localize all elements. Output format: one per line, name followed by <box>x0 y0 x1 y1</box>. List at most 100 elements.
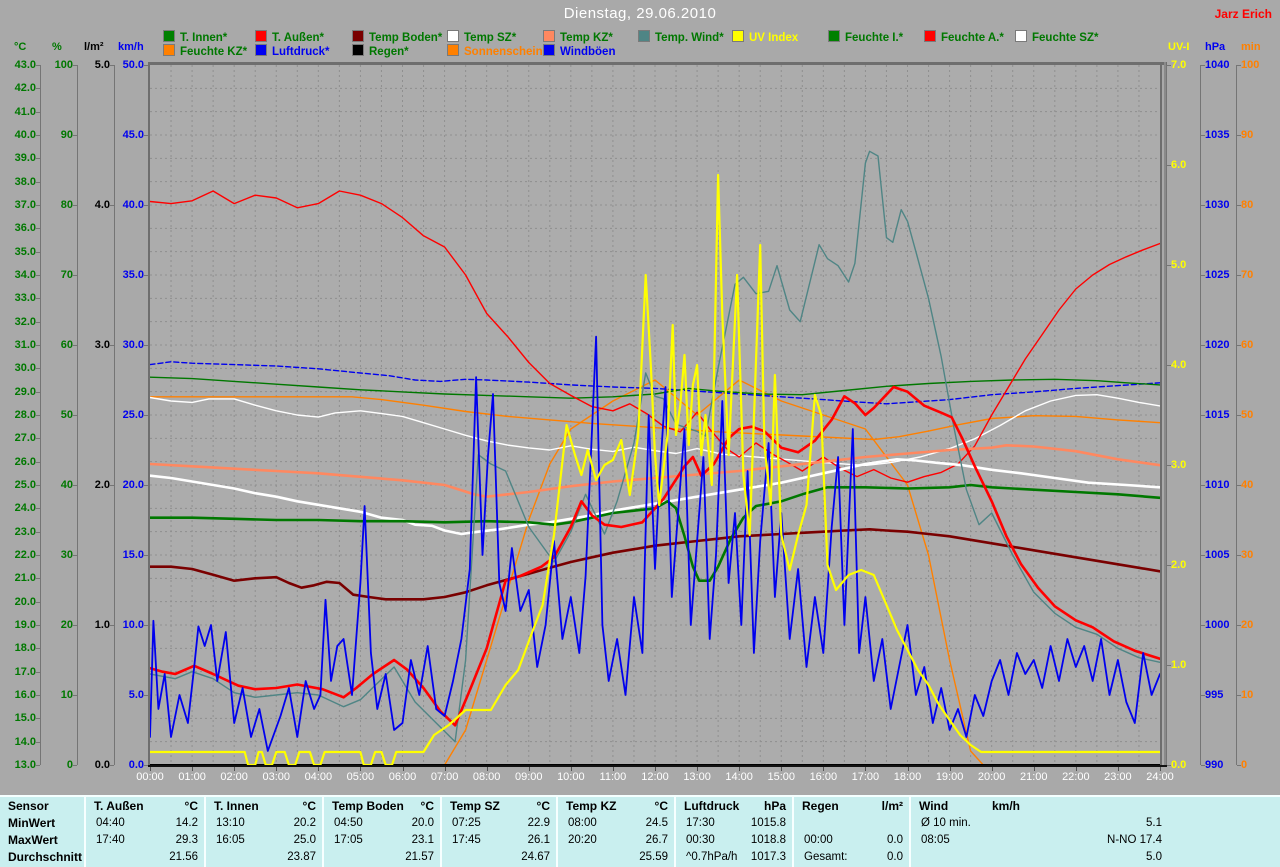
legend-swatch <box>1015 30 1027 42</box>
axis-tick-label-lm2: 4.0 <box>95 200 110 211</box>
table-cell-value: 23.1 <box>324 834 434 847</box>
axis-tick <box>73 415 77 416</box>
axis-tick-label-percent: 30 <box>61 550 73 561</box>
table-cell-value: 1015.8 <box>676 817 786 830</box>
x-axis-tick <box>360 767 361 771</box>
axis-tick <box>36 88 40 89</box>
table-cell-value: 25.59 <box>558 851 668 864</box>
legend-item-sonnenschein: Sonnenschein <box>447 44 543 58</box>
axis-tick-label-celsius: 19.0 <box>15 620 36 631</box>
axis-header-minutes: min <box>1241 41 1261 53</box>
axis-tick-label-kmh: 30.0 <box>123 340 144 351</box>
axis-tick <box>36 182 40 183</box>
axis-line-celsius <box>40 65 41 765</box>
axis-tick-label-percent: 20 <box>61 620 73 631</box>
axis-tick <box>73 275 77 276</box>
legend-item-temp-boden-: Temp Boden* <box>352 30 442 44</box>
table-cell-value: 0.0 <box>794 834 903 847</box>
legend-swatch <box>732 30 744 42</box>
x-axis-label: 24:00 <box>1138 771 1182 783</box>
axis-tick-label-percent: 60 <box>61 340 73 351</box>
axis-tick-label-hpa: 1035 <box>1205 130 1229 141</box>
axis-tick <box>36 462 40 463</box>
x-axis-tick <box>697 767 698 771</box>
axis-header-kmh: km/h <box>118 41 144 53</box>
legend-label: Feuchte I.* <box>845 32 903 44</box>
axis-tick-label-celsius: 37.0 <box>15 200 36 211</box>
x-axis-tick <box>529 767 530 771</box>
axis-tick <box>36 158 40 159</box>
axis-tick-label-lm2: 0.0 <box>95 760 110 771</box>
axis-tick-label-kmh: 10.0 <box>123 620 144 631</box>
x-axis-label: 12:00 <box>633 771 677 783</box>
axis-tick <box>36 485 40 486</box>
legend-item-feuchte-i-: Feuchte I.* <box>828 30 903 44</box>
table-cell-value: 26.7 <box>558 834 668 847</box>
table-col-name: Wind <box>919 800 948 813</box>
table-cell-value: 14.2 <box>86 817 198 830</box>
table-cell-value: 21.56 <box>86 851 198 864</box>
axis-tick <box>36 695 40 696</box>
axis-tick-label-celsius: 33.0 <box>15 293 36 304</box>
table-col-unit: °C <box>442 800 550 813</box>
axis-tick <box>36 65 40 66</box>
x-axis-tick <box>318 767 319 771</box>
legend-swatch <box>447 30 459 42</box>
table-cell-value: 1017.3 <box>676 851 786 864</box>
axis-tick-label-hpa: 1015 <box>1205 410 1229 421</box>
axis-tick-label-hpa: 1020 <box>1205 340 1229 351</box>
user-name-label: Jarz Erich <box>1215 7 1272 21</box>
axis-tick-label-percent: 70 <box>61 270 73 281</box>
chart-svg <box>150 65 1160 765</box>
axis-tick <box>73 345 77 346</box>
axis-tick-label-lm2: 1.0 <box>95 620 110 631</box>
axis-tick <box>36 112 40 113</box>
x-axis-tick <box>445 767 446 771</box>
table-cell-value: 20.0 <box>324 817 434 830</box>
x-axis-tick <box>823 767 824 771</box>
axis-tick-label-minutes: 70 <box>1241 270 1253 281</box>
x-axis-label: 00:00 <box>128 771 172 783</box>
axis-tick <box>36 368 40 369</box>
axis-tick-label-celsius: 27.0 <box>15 433 36 444</box>
legend-swatch <box>638 30 650 42</box>
table-cell-value: N-NO 17.4 <box>911 834 1162 847</box>
axis-tick <box>36 718 40 719</box>
x-axis-tick <box>234 767 235 771</box>
axis-tick-label-kmh: 20.0 <box>123 480 144 491</box>
axis-tick-label-uv: 6.0 <box>1171 160 1186 171</box>
axis-tick-label-percent: 40 <box>61 480 73 491</box>
axis-tick-label-celsius: 17.0 <box>15 667 36 678</box>
axis-tick <box>36 345 40 346</box>
axis-tick-label-lm2: 2.0 <box>95 480 110 491</box>
x-axis-label: 15:00 <box>759 771 803 783</box>
legend-item-uv-index: UV Index <box>732 30 798 44</box>
axis-tick <box>73 625 77 626</box>
x-axis-label: 14:00 <box>717 771 761 783</box>
table-cell-value: 22.9 <box>442 817 550 830</box>
legend-item-feuchte-kz-: Feuchte KZ* <box>163 44 247 58</box>
legend-item-temp-kz-: Temp KZ* <box>543 30 613 44</box>
axis-tick <box>73 765 77 766</box>
x-axis-tick <box>1034 767 1035 771</box>
axis-tick-label-kmh: 5.0 <box>129 690 144 701</box>
x-axis-label: 18:00 <box>886 771 930 783</box>
table-col-unit: km/h <box>992 800 1020 813</box>
legend-label: T. Außen* <box>272 32 324 44</box>
axis-tick-label-celsius: 40.0 <box>15 130 36 141</box>
axis-tick <box>36 275 40 276</box>
axis-tick <box>36 298 40 299</box>
axis-tick-label-celsius: 29.0 <box>15 387 36 398</box>
table-cell-value: 20.2 <box>206 817 316 830</box>
axis-tick-label-percent: 80 <box>61 200 73 211</box>
legend-swatch <box>543 44 555 56</box>
axis-tick <box>73 65 77 66</box>
axis-header-percent: % <box>52 41 62 53</box>
axis-tick-label-celsius: 16.0 <box>15 690 36 701</box>
x-axis-tick <box>571 767 572 771</box>
axis-tick-label-celsius: 42.0 <box>15 83 36 94</box>
axis-tick-label-celsius: 22.0 <box>15 550 36 561</box>
axis-tick-label-uv: 4.0 <box>1171 360 1186 371</box>
axis-tick-label-percent: 0 <box>67 760 73 771</box>
plot-border-bottom <box>148 765 1167 767</box>
